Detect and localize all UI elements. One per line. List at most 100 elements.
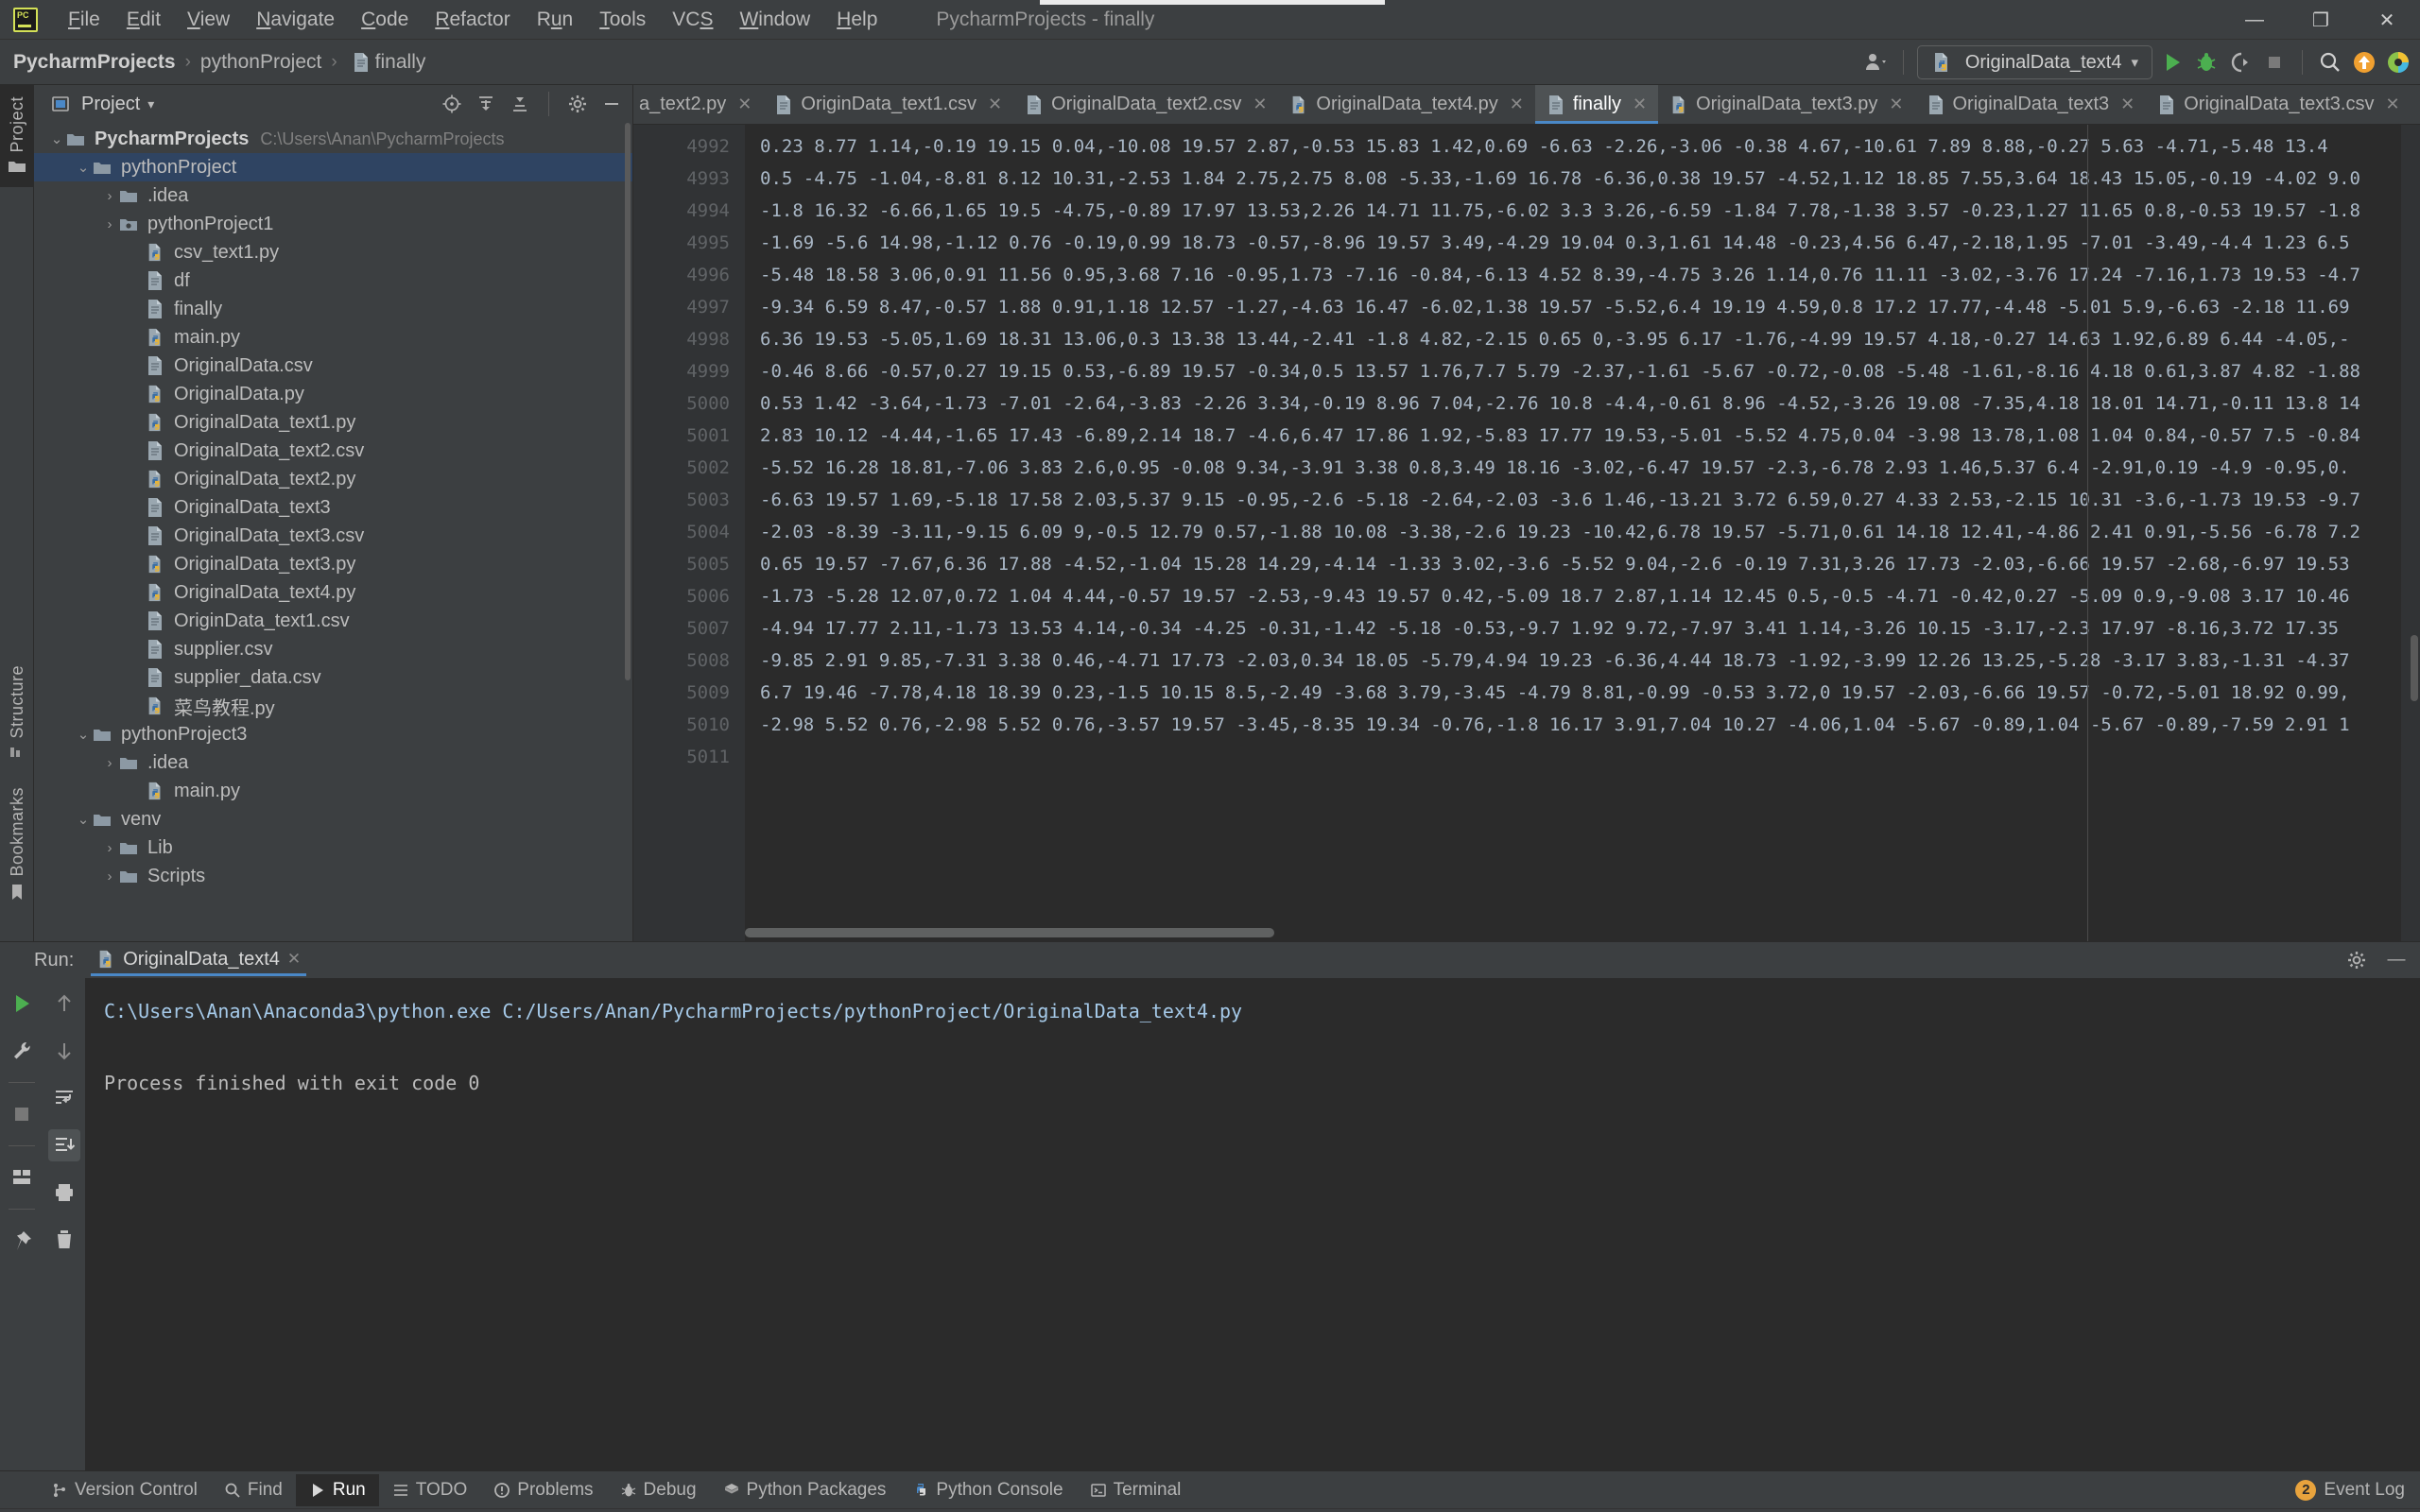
editor-text[interactable]: 0.23 8.77 1.14,-0.19 19.15 0.04,-10.08 1… bbox=[745, 125, 2420, 941]
hide-panel-icon[interactable] bbox=[598, 91, 625, 117]
tree-item[interactable]: ⌄ venv bbox=[34, 805, 632, 833]
tool-window-python-console[interactable]: Python Console bbox=[899, 1474, 1076, 1506]
event-log-button[interactable]: Event Log bbox=[2324, 1480, 2405, 1501]
close-icon[interactable]: ✕ bbox=[2385, 94, 2399, 114]
pin-tab-button[interactable] bbox=[6, 1225, 38, 1257]
run-session-tab[interactable]: OriginalData_text4 ✕ bbox=[87, 945, 310, 976]
locate-icon[interactable] bbox=[439, 91, 465, 117]
tool-window-run[interactable]: Run bbox=[295, 1473, 379, 1506]
editor-tab[interactable]: a_text2.py ✕ bbox=[633, 85, 763, 124]
editor-tab[interactable]: OriginalData_text3.csv ✕ bbox=[2146, 85, 2411, 124]
run-configuration-selector[interactable]: OriginalData_text4 ▾ bbox=[1916, 45, 2152, 79]
close-icon[interactable]: ✕ bbox=[1633, 94, 1647, 114]
tool-window-python-packages[interactable]: Python Packages bbox=[710, 1474, 900, 1506]
editor-tab[interactable]: OriginalData_text3 ✕ bbox=[1915, 85, 2147, 124]
tree-item[interactable]: › Lib bbox=[34, 833, 632, 862]
minimize-button[interactable]: — bbox=[2221, 0, 2288, 40]
scroll-to-end-button[interactable] bbox=[48, 1129, 80, 1161]
close-icon[interactable]: ✕ bbox=[1253, 94, 1267, 114]
rerun-button[interactable] bbox=[6, 988, 38, 1020]
debug-button[interactable] bbox=[2192, 48, 2221, 77]
run-button[interactable] bbox=[2158, 48, 2187, 77]
tree-item[interactable]: › .idea bbox=[34, 181, 632, 210]
tree-item[interactable]: OriginalData.csv bbox=[34, 352, 632, 380]
chevron-down-icon[interactable]: ⌄ bbox=[74, 726, 93, 743]
editor-tab[interactable]: finally ✕ bbox=[1534, 85, 1659, 124]
layout-settings-button[interactable] bbox=[6, 1161, 38, 1194]
tree-item[interactable]: ⌄ pythonProject bbox=[34, 153, 632, 181]
chevron-right-icon[interactable]: › bbox=[100, 216, 119, 232]
up-the-stack-button[interactable] bbox=[48, 988, 80, 1020]
menu-item-file[interactable]: File bbox=[55, 5, 113, 35]
tool-window-problems[interactable]: Problems bbox=[480, 1474, 606, 1506]
menu-item-view[interactable]: View bbox=[174, 5, 243, 35]
breadcrumb-item-2[interactable]: finally bbox=[375, 51, 426, 74]
tree-item[interactable]: finally bbox=[34, 295, 632, 323]
settings-gear-icon[interactable] bbox=[2342, 946, 2371, 974]
tool-window-todo[interactable]: TODO bbox=[379, 1474, 481, 1506]
tree-item[interactable]: supplier_data.csv bbox=[34, 663, 632, 692]
tree-item[interactable]: OriginData_text1.csv bbox=[34, 607, 632, 635]
editor-vertical-scrollbar[interactable] bbox=[2411, 635, 2418, 701]
run-with-coverage-button[interactable] bbox=[2226, 48, 2255, 77]
modify-run-configuration-button[interactable] bbox=[6, 1035, 38, 1067]
clear-all-button[interactable] bbox=[48, 1224, 80, 1256]
tree-item[interactable]: OriginalData_text2.py bbox=[34, 465, 632, 493]
chevron-right-icon[interactable]: › bbox=[100, 868, 119, 885]
menu-item-help[interactable]: Help bbox=[823, 5, 890, 35]
down-the-stack-button[interactable] bbox=[48, 1035, 80, 1067]
close-icon[interactable]: ✕ bbox=[988, 94, 1002, 114]
expand-all-icon[interactable] bbox=[473, 91, 499, 117]
close-icon[interactable]: ✕ bbox=[287, 950, 301, 969]
chevron-down-icon[interactable]: ▾ bbox=[2131, 54, 2138, 71]
close-button[interactable]: ✕ bbox=[2354, 0, 2420, 40]
tree-item[interactable]: OriginalData_text2.csv bbox=[34, 437, 632, 465]
user-account-icon[interactable] bbox=[1861, 48, 1890, 77]
close-icon[interactable]: ✕ bbox=[1510, 94, 1524, 114]
tool-window-version-control[interactable]: Version Control bbox=[38, 1474, 211, 1506]
tool-window-bar[interactable]: Version Control Find Run TODO Problems Debug P… bbox=[0, 1470, 2420, 1508]
print-button[interactable] bbox=[48, 1177, 80, 1209]
hide-panel-icon[interactable]: — bbox=[2382, 946, 2411, 974]
menu-item-edit[interactable]: Edit bbox=[113, 5, 174, 35]
tree-item[interactable]: OriginalData_text1.py bbox=[34, 408, 632, 437]
tree-item[interactable]: main.py bbox=[34, 777, 632, 805]
tree-item[interactable]: ⌄ pythonProject3 bbox=[34, 720, 632, 748]
editor-code-area[interactable]: 4992 4993 4994 4995 4996 4997 4998 4999 5000 5001… bbox=[633, 125, 2420, 941]
menu-item-window[interactable]: Window bbox=[726, 5, 823, 35]
color-wheel-icon[interactable] bbox=[2384, 48, 2412, 77]
editor-tab[interactable]: OriginalData_text3.py ✕ bbox=[1658, 85, 1914, 124]
sidebar-tab-structure[interactable]: Structure bbox=[0, 654, 34, 771]
tree-item[interactable]: OriginalData_text4.py bbox=[34, 578, 632, 607]
editor-tab[interactable]: OriginalData_text2.csv ✕ bbox=[1013, 85, 1278, 124]
tree-item[interactable]: OriginalData_text3.py bbox=[34, 550, 632, 578]
chevron-down-icon[interactable]: ▾ bbox=[147, 96, 154, 112]
update-project-icon[interactable] bbox=[2350, 48, 2378, 77]
search-everywhere-icon[interactable] bbox=[2316, 48, 2344, 77]
editor-tab[interactable]: OriginalData_text4.py ✕ bbox=[1278, 85, 1534, 124]
breadcrumb-item-1[interactable]: pythonProject bbox=[200, 51, 321, 74]
tool-window-find[interactable]: Find bbox=[211, 1474, 296, 1506]
editor-horizontal-scrollbar[interactable] bbox=[745, 928, 1274, 937]
sidebar-tab-bookmarks[interactable]: Bookmarks bbox=[0, 776, 34, 913]
tree-item[interactable]: main.py bbox=[34, 323, 632, 352]
editor-tab[interactable]: OriginData_text1.csv ✕ bbox=[763, 85, 1013, 124]
tree-item[interactable]: › Scripts bbox=[34, 862, 632, 890]
tree-item[interactable]: OriginalData_text3.csv bbox=[34, 522, 632, 550]
menu-item-code[interactable]: Code bbox=[348, 5, 422, 35]
chevron-right-icon[interactable]: › bbox=[100, 840, 119, 856]
tree-item[interactable]: ⌄ PycharmProjects C:\Users\Anan\PycharmPro… bbox=[34, 125, 632, 153]
tool-window-terminal[interactable]: Terminal bbox=[1077, 1474, 1195, 1506]
chevron-right-icon[interactable]: › bbox=[100, 755, 119, 771]
stop-button[interactable] bbox=[2260, 48, 2289, 77]
menu-item-run[interactable]: Run bbox=[524, 5, 587, 35]
menu-item-navigate[interactable]: Navigate bbox=[243, 5, 348, 35]
close-icon[interactable]: ✕ bbox=[2120, 94, 2135, 114]
tree-item[interactable]: df bbox=[34, 266, 632, 295]
sidebar-tab-project[interactable]: Project bbox=[0, 85, 34, 187]
tree-item[interactable]: OriginalData.py bbox=[34, 380, 632, 408]
chevron-down-icon[interactable]: ⌄ bbox=[47, 130, 66, 147]
editor-tab-bar[interactable]: a_text2.py ✕ OriginData_text1.csv ✕ Original… bbox=[633, 85, 2420, 125]
close-icon[interactable]: ✕ bbox=[1889, 94, 1903, 114]
run-console-output[interactable]: C:\Users\Anan\Anaconda3\python.exe C:/Us… bbox=[85, 978, 2420, 1470]
